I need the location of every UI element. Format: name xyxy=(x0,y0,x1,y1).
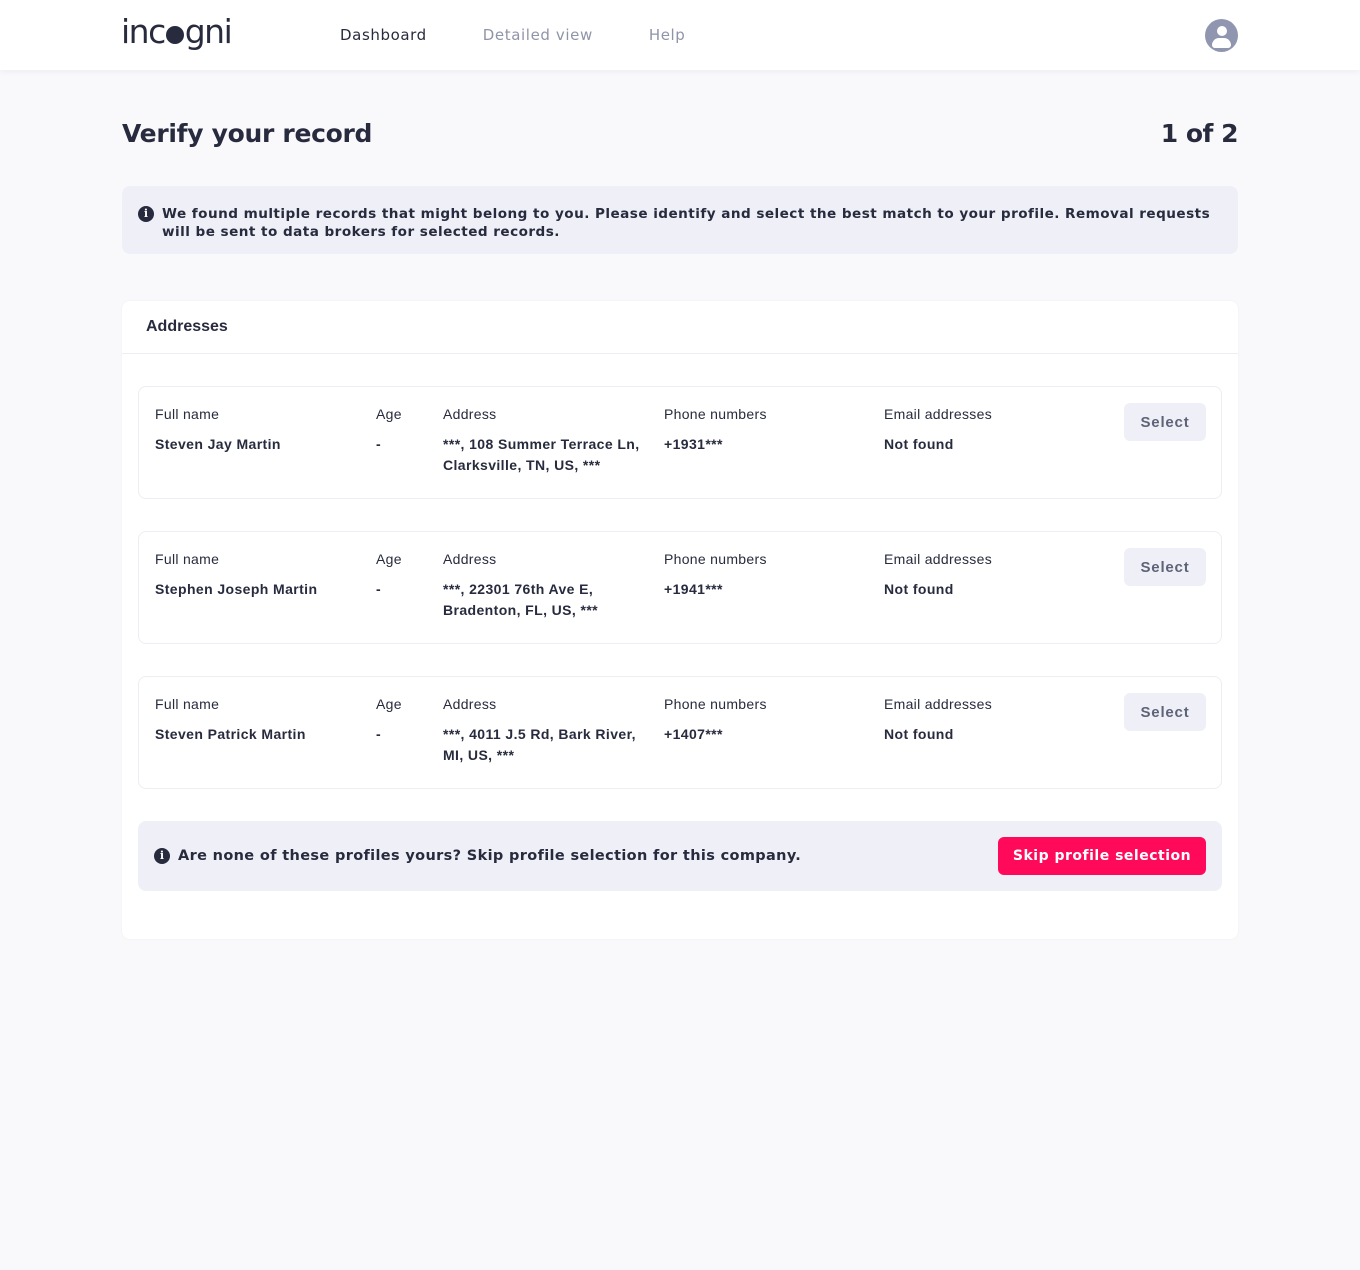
skip-profile-banner: i Are none of these profiles yours? Skip… xyxy=(138,821,1222,891)
full-name-label: Full name xyxy=(155,406,220,422)
user-icon-body xyxy=(1212,38,1231,48)
email-value: Not found xyxy=(884,581,954,597)
email-value: Not found xyxy=(884,726,954,742)
skip-profile-selection-button[interactable]: Skip profile selection xyxy=(998,837,1206,875)
addresses-card: Addresses Full name Steven Jay Martin Ag… xyxy=(122,301,1238,939)
address-column: Address ***, 108 Summer Terrace Ln, Clar… xyxy=(443,405,653,476)
nav-dashboard[interactable]: Dashboard xyxy=(340,24,427,46)
full-name-column: Full name Steven Jay Martin xyxy=(155,405,355,455)
phone-label: Phone numbers xyxy=(664,551,767,567)
select-record-button[interactable]: Select xyxy=(1124,548,1206,586)
record-row: Full name Stephen Joseph Martin Age - Ad… xyxy=(138,531,1222,644)
email-column: Email addresses Not found xyxy=(884,405,1084,455)
info-banner-text: We found multiple records that might bel… xyxy=(162,206,1211,240)
phone-column: Phone numbers +1407*** xyxy=(664,695,864,745)
age-value: - xyxy=(376,581,382,597)
info-icon: i xyxy=(154,848,170,864)
phone-label: Phone numbers xyxy=(664,696,767,712)
address-column: Address ***, 4011 J.5 Rd, Bark River, MI… xyxy=(443,695,653,766)
main-nav: Dashboard Detailed view Help xyxy=(340,24,741,46)
nav-help[interactable]: Help xyxy=(649,24,686,46)
address-value: ***, 4011 J.5 Rd, Bark River, MI, US, **… xyxy=(443,726,636,763)
email-label: Email addresses xyxy=(884,696,992,712)
email-label: Email addresses xyxy=(884,551,992,567)
phone-value: +1931*** xyxy=(664,436,723,452)
address-value: ***, 22301 76th Ave E, Bradenton, FL, US… xyxy=(443,581,599,618)
full-name-value: Stephen Joseph Martin xyxy=(155,581,318,597)
info-banner: i We found multiple records that might b… xyxy=(122,186,1238,254)
age-value: - xyxy=(376,436,382,452)
select-record-button[interactable]: Select xyxy=(1124,693,1206,731)
card-title: Addresses xyxy=(122,301,1238,354)
full-name-value: Steven Jay Martin xyxy=(155,436,281,452)
top-navigation-bar: inc gni Dashboard Detailed view Help xyxy=(0,0,1360,70)
address-label: Address xyxy=(443,406,497,422)
full-name-column: Full name Stephen Joseph Martin xyxy=(155,550,355,600)
email-column: Email addresses Not found xyxy=(884,695,1084,745)
age-label: Age xyxy=(376,696,402,712)
skip-banner-text: Are none of these profiles yours? Skip p… xyxy=(178,848,802,864)
user-avatar-button[interactable] xyxy=(1205,19,1238,52)
phone-value: +1941*** xyxy=(664,581,723,597)
logo-text-prefix: inc xyxy=(121,12,166,51)
age-value: - xyxy=(376,726,382,742)
full-name-column: Full name Steven Patrick Martin xyxy=(155,695,355,745)
record-row: Full name Steven Patrick Martin Age - Ad… xyxy=(138,676,1222,789)
phone-column: Phone numbers +1941*** xyxy=(664,550,864,600)
age-column: Age - xyxy=(376,550,436,600)
page-title: Verify your record xyxy=(122,119,373,148)
record-row: Full name Steven Jay Martin Age - Addres… xyxy=(138,386,1222,499)
age-column: Age - xyxy=(376,695,436,745)
full-name-label: Full name xyxy=(155,696,220,712)
age-label: Age xyxy=(376,406,402,422)
logo-text-suffix: gni xyxy=(184,12,233,51)
logo-dot xyxy=(165,26,184,44)
full-name-value: Steven Patrick Martin xyxy=(155,726,306,742)
address-label: Address xyxy=(443,696,497,712)
user-icon-head xyxy=(1216,26,1227,36)
full-name-label: Full name xyxy=(155,551,220,567)
phone-value: +1407*** xyxy=(664,726,723,742)
address-value: ***, 108 Summer Terrace Ln, Clarksville,… xyxy=(443,436,640,473)
email-label: Email addresses xyxy=(884,406,992,422)
select-record-button[interactable]: Select xyxy=(1124,403,1206,441)
phone-column: Phone numbers +1931*** xyxy=(664,405,864,455)
record-counter: 1 of 2 xyxy=(1160,119,1239,148)
info-icon: i xyxy=(138,206,154,222)
address-column: Address ***, 22301 76th Ave E, Bradenton… xyxy=(443,550,653,621)
address-label: Address xyxy=(443,551,497,567)
age-column: Age - xyxy=(376,405,436,455)
email-column: Email addresses Not found xyxy=(884,550,1084,600)
phone-label: Phone numbers xyxy=(664,406,767,422)
nav-detailed-view[interactable]: Detailed view xyxy=(483,24,593,46)
age-label: Age xyxy=(376,551,402,567)
email-value: Not found xyxy=(884,436,954,452)
incogni-logo[interactable]: inc gni xyxy=(121,12,233,52)
